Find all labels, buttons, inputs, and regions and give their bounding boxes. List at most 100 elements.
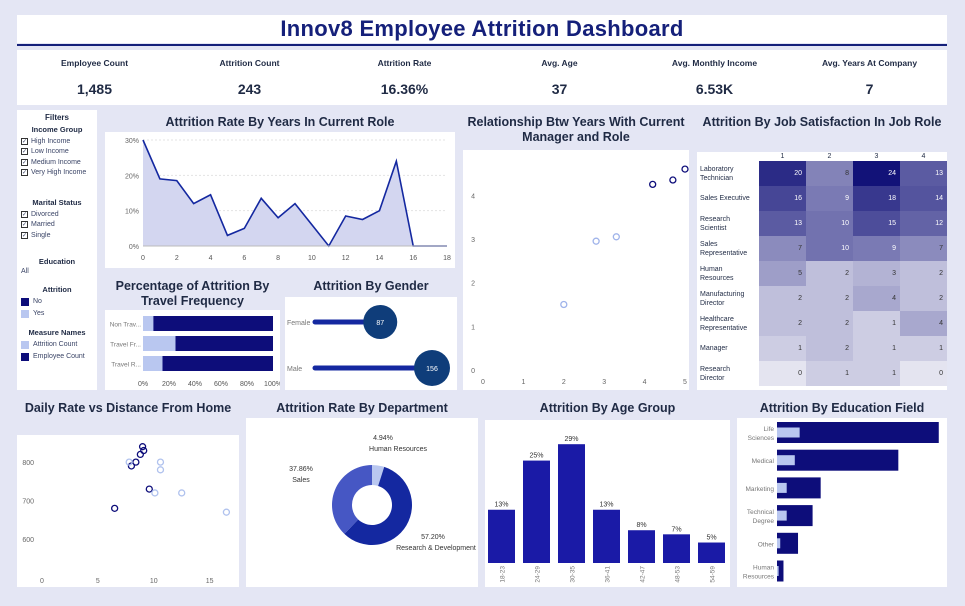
heatmap-cell[interactable]: 7 <box>759 236 806 261</box>
heatmap-row-label: Sales Representative <box>697 236 759 261</box>
heatmap-cell[interactable]: 2 <box>759 311 806 336</box>
kpi-row: Employee Count 1,485 Attrition Count 243 A… <box>17 50 947 105</box>
checkbox-high-income[interactable]: ✓ High Income <box>21 136 93 147</box>
y-tick-label: 0 <box>471 368 475 375</box>
kpi-label: Attrition Rate <box>377 58 432 68</box>
chart-title: Daily Rate vs Distance From Home <box>24 401 232 415</box>
heatmap-column-label: 1 <box>780 153 785 160</box>
scatter-point <box>156 458 165 466</box>
checkbox-icon[interactable]: ✓ <box>21 137 28 145</box>
heatmap-cell[interactable]: 13 <box>900 161 947 186</box>
heatmap-cell[interactable]: 16 <box>759 186 806 211</box>
checkbox-medium-income[interactable]: ✓ Medium Income <box>21 157 93 168</box>
heatmap-cell[interactable]: 2 <box>806 311 853 336</box>
department-donut-panel: 4.94% Human Resources 57.20% Research & Dev… <box>246 418 478 587</box>
checkbox-icon[interactable]: ✓ <box>21 169 28 177</box>
legend-label: Employee Count <box>33 353 85 360</box>
heatmap-cell[interactable]: 9 <box>806 186 853 211</box>
kpi-label: Avg. Monthly Income <box>671 58 758 68</box>
kpi-value: 16.36% <box>380 81 429 97</box>
category-label: Medical <box>752 458 775 465</box>
legend-item-employee-count[interactable]: Employee Count <box>21 351 93 363</box>
legend-item-attrition-count[interactable]: Attrition Count <box>21 339 93 351</box>
heatmap-cell[interactable]: 4 <box>900 311 947 336</box>
checkbox-married[interactable]: ✓ Married <box>21 220 93 231</box>
x-tick-label: 48-53 <box>675 566 682 583</box>
x-tick-label: 16 <box>409 255 417 262</box>
y-tick-label: 20% <box>125 173 139 180</box>
checkbox-very-high-income[interactable]: ✓ Very High Income <box>21 168 93 179</box>
bar-attrition-count <box>143 356 163 371</box>
heatmap-cell[interactable]: 1 <box>900 336 947 361</box>
heatmap-cell[interactable]: 1 <box>853 336 900 361</box>
heatmap-cell[interactable]: 2 <box>806 336 853 361</box>
kpi-value: 37 <box>551 81 568 97</box>
kpi-value: 7 <box>865 81 874 97</box>
education-filter-value[interactable]: All <box>21 268 93 275</box>
checkbox-divorced[interactable]: ✓ Divorced <box>21 209 93 220</box>
heatmap-row: Healthcare Representative 2 2 1 4 <box>697 311 947 336</box>
heatmap-cell[interactable]: 10 <box>806 211 853 236</box>
heatmap-cell[interactable]: 1 <box>853 311 900 336</box>
x-tick-label: 4 <box>209 255 213 262</box>
heatmap-cell[interactable]: 20 <box>759 161 806 186</box>
heatmap-cell[interactable]: 0 <box>759 361 806 386</box>
checkbox-icon[interactable]: ✓ <box>21 231 28 239</box>
filter-group-title: Education <box>38 256 76 266</box>
heatmap-cell[interactable]: 4 <box>853 286 900 311</box>
heatmap-row-label: Research Director <box>697 361 759 386</box>
checkbox-single[interactable]: ✓ Single <box>21 230 93 241</box>
checkbox-label: Very High Income <box>31 169 87 177</box>
heatmap-cell[interactable]: 15 <box>853 211 900 236</box>
bar-attrition-count <box>777 510 787 521</box>
x-tick-label: 54-59 <box>710 566 717 583</box>
legend-item-no[interactable]: No <box>21 296 93 308</box>
heatmap-cell[interactable]: 12 <box>900 211 947 236</box>
checkbox-icon[interactable]: ✓ <box>21 148 28 156</box>
bar-attrition-count <box>143 316 154 331</box>
scatter-point <box>669 176 677 184</box>
heatmap-cell[interactable]: 24 <box>853 161 900 186</box>
category-label: Life <box>764 426 775 433</box>
heatmap-cell[interactable]: 1 <box>759 336 806 361</box>
title-bar: Innov8 Employee Attrition Dashboard <box>17 15 947 43</box>
education-field-bar-chart: Life Sciences Medical Marketing Technical Deg… <box>743 422 939 582</box>
heatmap-cell[interactable]: 7 <box>900 236 947 261</box>
heatmap-cell[interactable]: 2 <box>759 286 806 311</box>
checkbox-icon[interactable]: ✓ <box>21 221 28 229</box>
heatmap-cell[interactable]: 5 <box>759 261 806 286</box>
category-label: Resources <box>743 574 775 581</box>
bar-employee-count <box>777 422 939 443</box>
education-filter[interactable]: Education All <box>21 257 93 275</box>
bar-attrition-count <box>777 538 781 549</box>
heatmap-cell[interactable]: 1 <box>806 361 853 386</box>
checkbox-icon[interactable]: ✓ <box>21 158 28 166</box>
heatmap-cell[interactable]: 10 <box>806 236 853 261</box>
heatmap-cell[interactable]: 14 <box>900 186 947 211</box>
heatmap-cell[interactable]: 2 <box>900 261 947 286</box>
heatmap-cell[interactable]: 3 <box>853 261 900 286</box>
heatmap-cell[interactable]: 8 <box>806 161 853 186</box>
checkbox-low-income[interactable]: ✓ Low Income <box>21 147 93 158</box>
heatmap-cell[interactable]: 1 <box>853 361 900 386</box>
legend-item-yes[interactable]: Yes <box>21 308 93 320</box>
heatmap-cell[interactable]: 0 <box>900 361 947 386</box>
checkbox-icon[interactable]: ✓ <box>21 210 28 218</box>
heatmap-cell[interactable]: 13 <box>759 211 806 236</box>
x-tick-label: 8 <box>276 255 280 262</box>
heatmap-corner <box>697 152 759 161</box>
scatter-point <box>178 489 186 497</box>
manager-role-scatter-panel: 0 1 2 3 4 0 1 2 3 4 5 <box>463 150 689 390</box>
heatmap-cell[interactable]: 9 <box>853 236 900 261</box>
heatmap-cell[interactable]: 18 <box>853 186 900 211</box>
data-label: 8% <box>636 522 646 529</box>
age-group-bar-chart: 13% 18-23 25% 24-29 29% 30-35 13% 36-41 8% 42-47 7… <box>488 436 725 583</box>
x-tick-label: 42-47 <box>640 566 647 583</box>
heatmap-cell[interactable]: 2 <box>900 286 947 311</box>
heatmap-cell[interactable]: 2 <box>806 261 853 286</box>
heatmap-header-row: 1 2 3 4 <box>697 152 947 161</box>
heatmap-row: Manufacturing Director 2 2 4 2 <box>697 286 947 311</box>
scatter-point <box>140 446 148 455</box>
heatmap-cell[interactable]: 2 <box>806 286 853 311</box>
kpi-label: Avg. Years At Company <box>821 58 918 68</box>
